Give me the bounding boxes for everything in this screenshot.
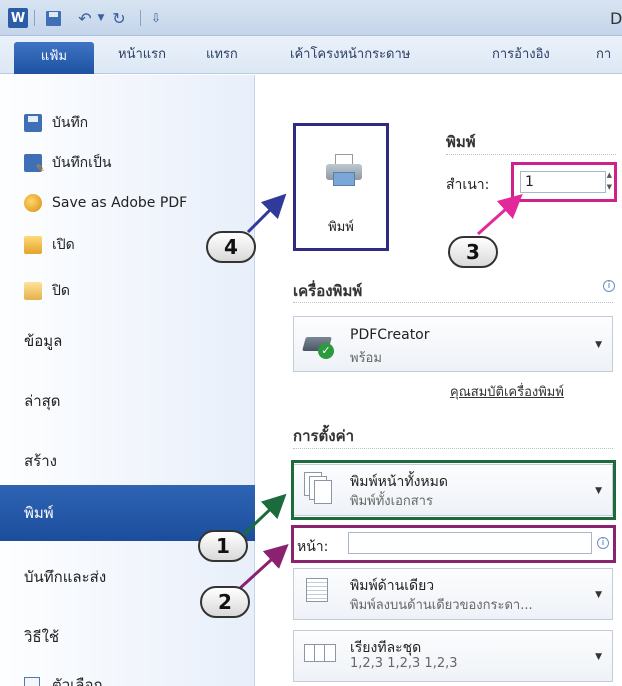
info-icon[interactable]: i [603, 280, 615, 292]
sides-dropdown[interactable]: พิมพ์ด้านเดียว พิมพ์ลงบนด้านเดียวของกระด… [293, 568, 613, 620]
printer-heading: เครื่องพิมพ์ [293, 282, 363, 300]
tab-page-layout[interactable]: เค้าโครงหน้ากระดาษ [290, 36, 410, 74]
save-as-pdf-command[interactable]: Save as Adobe PDF [24, 191, 187, 215]
callout-badge-1: 1 [198, 530, 248, 562]
pages-input[interactable] [348, 532, 592, 554]
open-command-label: เปิด [52, 237, 75, 253]
divider [293, 448, 613, 449]
ribbon-tabs: แฟ้ม หน้าแรก แทรก เค้าโครงหน้ากระดาษ การ… [0, 36, 622, 74]
printer-name: PDFCreator [350, 327, 430, 343]
callout-badge-3: 3 [448, 236, 498, 268]
close-folder-icon [24, 282, 42, 300]
nav-options[interactable]: ตัวเลือก [24, 673, 103, 686]
chevron-down-icon: ▼ [595, 652, 602, 662]
info-icon[interactable]: i [597, 537, 609, 549]
pages-highlight: หน้า: i [291, 525, 616, 563]
undo-icon[interactable]: ↶ [76, 8, 94, 28]
copies-input[interactable]: 1 [520, 171, 606, 193]
tab-home[interactable]: หน้าแรก [118, 36, 166, 74]
print-heading: พิมพ์ [446, 133, 476, 151]
pdf-icon [24, 194, 42, 212]
open-folder-icon [24, 236, 42, 254]
print-button[interactable]: พิมพ์ [293, 123, 389, 251]
tab-insert[interactable]: แทรก [206, 36, 238, 74]
printer-dropdown[interactable]: ✓ PDFCreator พร้อม ▼ [293, 316, 613, 372]
settings-heading: การตั้งค่า [293, 427, 355, 445]
save-as-command-label: บันทึกเป็น [52, 155, 112, 171]
redo-icon[interactable]: ↻ [110, 8, 128, 28]
callout-badge-4: 4 [206, 231, 256, 263]
undo-dropdown-icon[interactable]: ▼ [96, 8, 106, 28]
range-highlight [291, 460, 616, 520]
tab-mailings[interactable]: กา [596, 36, 611, 74]
collated-icon [304, 638, 336, 672]
collate-dropdown[interactable]: เรียงทีละชุด 1,2,3 1,2,3 1,2,3 ▼ [293, 630, 613, 682]
toolbar-separator [140, 10, 141, 26]
chevron-down-icon: ▼ [595, 590, 602, 600]
callout-badge-2: 2 [200, 586, 250, 618]
printer-status: พร้อม [350, 351, 382, 366]
divider [446, 154, 616, 155]
toolbar-separator [34, 10, 35, 26]
title-bar: W ↶ ▼ ↻ ⇩ D [0, 0, 622, 36]
close-command-label: ปิด [52, 283, 70, 299]
save-command-label: บันทึก [52, 115, 89, 131]
tab-file[interactable]: แฟ้ม [14, 42, 94, 74]
printer-properties-link[interactable]: คุณสมบัติเครื่องพิมพ์ [450, 381, 564, 402]
nav-options-label: ตัวเลือก [52, 676, 103, 686]
copies-label: สำเนา: [446, 177, 490, 193]
chevron-down-icon: ▼ [595, 340, 602, 350]
save-icon [24, 114, 42, 132]
nav-info[interactable]: ข้อมูล [24, 329, 62, 353]
divider [293, 302, 613, 303]
customize-toolbar-icon[interactable]: ⇩ [150, 8, 162, 28]
save-as-icon [24, 154, 45, 175]
nav-help[interactable]: วิธีใช้ [24, 625, 59, 649]
close-command[interactable]: ปิด [24, 279, 70, 303]
save-icon[interactable] [44, 8, 62, 28]
spin-up-icon[interactable]: ▲ [607, 171, 612, 179]
nav-new[interactable]: สร้าง [24, 449, 57, 473]
window-title: D [610, 9, 622, 28]
one-sided-icon [304, 576, 334, 610]
collate-sub: 1,2,3 1,2,3 1,2,3 [350, 656, 458, 671]
save-command[interactable]: บันทึก [24, 111, 88, 135]
sides-sub: พิมพ์ลงบนด้านเดียวของกระดา... [350, 598, 533, 613]
open-command[interactable]: เปิด [24, 233, 75, 257]
options-icon [24, 677, 40, 686]
print-button-label: พิมพ์ [328, 220, 354, 235]
printer-icon [326, 154, 362, 186]
nav-save-send[interactable]: บันทึกและส่ง [24, 565, 106, 589]
nav-recent[interactable]: ล่าสุด [24, 389, 61, 413]
tab-references[interactable]: การอ้างอิง [492, 36, 550, 74]
spin-down-icon[interactable]: ▼ [607, 183, 612, 191]
save-as-command[interactable]: บันทึกเป็น [24, 151, 111, 175]
word-logo-icon[interactable]: W [8, 8, 28, 28]
printer-ready-icon: ✓ [302, 333, 336, 359]
save-as-pdf-label: Save as Adobe PDF [52, 195, 188, 211]
pages-label: หน้า: [297, 539, 329, 555]
copies-highlight: 1 ▲ ▼ [511, 162, 617, 202]
